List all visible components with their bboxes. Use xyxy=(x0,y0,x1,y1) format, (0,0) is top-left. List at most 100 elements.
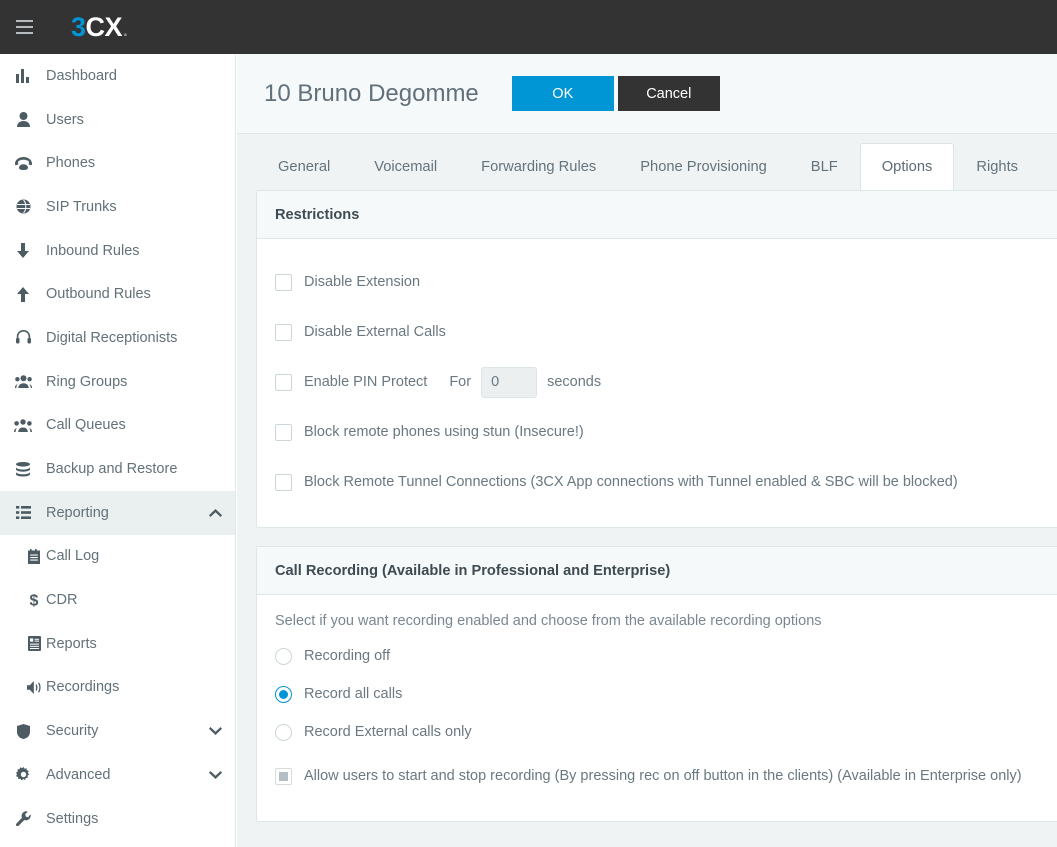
ok-button[interactable]: OK xyxy=(512,76,614,111)
sidebar-item-label: Security xyxy=(46,723,195,739)
logo-prefix: 3 xyxy=(71,14,86,41)
sidebar-item-security[interactable]: Security xyxy=(0,709,235,753)
tab-phone-provisioning[interactable]: Phone Provisioning xyxy=(618,143,789,190)
sidebar-item-ring-groups[interactable]: Ring Groups xyxy=(0,360,235,404)
sidebar-item-cdr[interactable]: $ CDR xyxy=(0,578,235,622)
sidebar-item-label: Call Log xyxy=(46,548,195,564)
record-all-calls-label[interactable]: Record all calls xyxy=(304,686,402,702)
chevron-up-icon[interactable] xyxy=(195,509,235,517)
row-disable-extension: Disable Extension xyxy=(275,257,1057,307)
hamburger-bar xyxy=(16,20,33,22)
shield-icon xyxy=(0,724,46,739)
sidebar-item-outbound-rules[interactable]: Outbound Rules xyxy=(0,272,235,316)
tab-label: BLF xyxy=(811,159,838,175)
3cx-logo[interactable]: 3CX. xyxy=(71,14,127,41)
sidebar-item-label: Inbound Rules xyxy=(46,243,195,259)
hamburger-icon[interactable] xyxy=(0,0,48,54)
sidebar-item-label: Backup and Restore xyxy=(46,461,195,477)
chevron-down-icon[interactable] xyxy=(195,727,235,735)
tab-rights[interactable]: Rights xyxy=(954,143,1040,190)
disable-extension-label[interactable]: Disable Extension xyxy=(304,274,420,290)
sidebar-item-label: Outbound Rules xyxy=(46,286,195,302)
report-icon xyxy=(0,636,46,651)
speaker-icon xyxy=(0,681,46,694)
sidebar-item-label: Reporting xyxy=(46,505,195,521)
sidebar-item-call-queues[interactable]: Call Queues xyxy=(0,404,235,448)
top-bar: 3CX. xyxy=(0,0,1057,54)
pin-seconds-label: seconds xyxy=(547,374,601,390)
tab-label: Forwarding Rules xyxy=(481,159,596,175)
disable-external-calls-label[interactable]: Disable External Calls xyxy=(304,324,446,340)
call-recording-description: Select if you want recording enabled and… xyxy=(275,613,1057,637)
group-icon xyxy=(0,375,46,388)
sidebar-item-phones[interactable]: Phones xyxy=(0,141,235,185)
sidebar-item-reporting[interactable]: Reporting xyxy=(0,491,235,535)
disable-extension-checkbox[interactable] xyxy=(275,274,292,291)
arrow-up-icon xyxy=(0,287,46,302)
bar-chart-icon xyxy=(0,69,46,83)
recording-off-radio[interactable] xyxy=(275,648,292,665)
sidebar-item-call-log[interactable]: Call Log xyxy=(0,535,235,579)
sidebar-item-settings[interactable]: Settings xyxy=(0,797,235,841)
chevron-down-icon[interactable] xyxy=(195,771,235,779)
disable-external-calls-checkbox[interactable] xyxy=(275,324,292,341)
hamburger-bar xyxy=(16,32,33,34)
allow-users-recording-label: Allow users to start and stop recording … xyxy=(304,768,1022,784)
record-external-only-label[interactable]: Record External calls only xyxy=(304,724,472,740)
sidebar-item-advanced[interactable]: Advanced xyxy=(0,753,235,797)
block-stun-label[interactable]: Block remote phones using stun (Insecure… xyxy=(304,424,584,440)
database-icon xyxy=(0,462,46,477)
sidebar-item-backup-and-restore[interactable]: Backup and Restore xyxy=(0,447,235,491)
user-icon xyxy=(0,112,46,127)
sidebar-item-label: CDR xyxy=(46,592,195,608)
sidebar-item-label: Users xyxy=(46,112,195,128)
logo-dot: . xyxy=(123,22,127,39)
headset-icon xyxy=(0,330,46,345)
tab-label: Phone Provisioning xyxy=(640,159,767,175)
row-record-external-only: Record External calls only xyxy=(275,713,1057,751)
sidebar-item-users[interactable]: Users xyxy=(0,98,235,142)
pin-for-label: For xyxy=(449,374,471,390)
wrench-icon xyxy=(0,811,46,826)
cancel-button[interactable]: Cancel xyxy=(618,76,720,111)
dollar-icon: $ xyxy=(0,592,46,608)
sidebar-item-digital-receptionists[interactable]: Digital Receptionists xyxy=(0,316,235,360)
record-all-calls-radio[interactable] xyxy=(275,686,292,703)
pin-seconds-input[interactable] xyxy=(481,367,537,398)
sidebar-item-label: Call Queues xyxy=(46,417,195,433)
sidebar-item-reports[interactable]: Reports xyxy=(0,622,235,666)
tab-general[interactable]: General xyxy=(256,143,352,190)
record-external-only-radio[interactable] xyxy=(275,724,292,741)
sidebar-item-label: SIP Trunks xyxy=(46,199,195,215)
block-tunnel-label[interactable]: Block Remote Tunnel Connections (3CX App… xyxy=(304,474,958,490)
row-allow-users-recording: Allow users to start and stop recording … xyxy=(275,751,1057,801)
sidebar-item-inbound-rules[interactable]: Inbound Rules xyxy=(0,229,235,273)
enable-pin-protect-checkbox[interactable] xyxy=(275,374,292,391)
tab-options[interactable]: Options xyxy=(860,143,955,190)
svg-text:$: $ xyxy=(30,593,39,609)
call-recording-panel: Call Recording (Available in Professiona… xyxy=(256,546,1057,822)
sidebar-item-dashboard[interactable]: Dashboard xyxy=(0,54,235,98)
restrictions-heading: Restrictions xyxy=(257,191,1057,239)
arrow-down-icon xyxy=(0,243,46,258)
tab-forwarding-rules[interactable]: Forwarding Rules xyxy=(459,143,618,190)
tab-label: Voicemail xyxy=(374,159,437,175)
block-tunnel-checkbox[interactable] xyxy=(275,474,292,491)
sidebar-item-sip-trunks[interactable]: SIP Trunks xyxy=(0,185,235,229)
sidebar-item-label: Ring Groups xyxy=(46,374,195,390)
tab-bar: General Voicemail Forwarding Rules Phone Pr… xyxy=(237,134,1057,190)
block-stun-checkbox[interactable] xyxy=(275,424,292,441)
tab-voicemail[interactable]: Voicemail xyxy=(352,143,459,190)
recording-off-label[interactable]: Recording off xyxy=(304,648,390,664)
sidebar-item-label: Recordings xyxy=(46,679,195,695)
users-icon xyxy=(0,419,46,432)
sidebar: Dashboard Users Phones SIP Trunks Inbound Ru… xyxy=(0,54,236,847)
sidebar-item-label: Dashboard xyxy=(46,68,195,84)
tab-label: General xyxy=(278,159,330,175)
page-header: 10 Bruno Degomme OK Cancel xyxy=(237,54,1057,134)
sidebar-item-recordings[interactable]: Recordings xyxy=(0,666,235,710)
sidebar-item-label: Digital Receptionists xyxy=(46,330,195,346)
tab-blf[interactable]: BLF xyxy=(789,143,860,190)
hamburger-bar xyxy=(16,26,33,28)
enable-pin-protect-label[interactable]: Enable PIN Protect xyxy=(304,374,427,390)
